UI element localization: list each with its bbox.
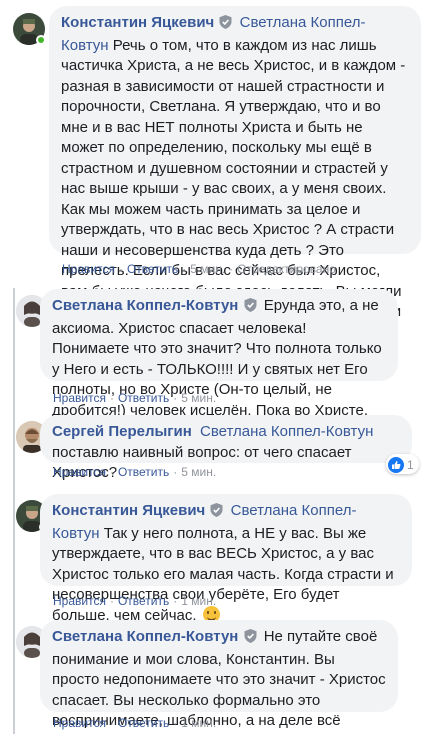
comment-author[interactable]: Светлана Коппел-Ковтун xyxy=(52,297,238,314)
comment-time[interactable]: 1 мин. xyxy=(181,594,216,608)
comment-thread: Константин Яцкевич Светлана Коппел-Ковту… xyxy=(0,0,435,734)
comment-time[interactable]: 5 мин. xyxy=(181,465,216,479)
like-link[interactable]: Нравится xyxy=(53,716,106,730)
comment-bubble: Светлана Коппел-Ковтун Не путайте своё п… xyxy=(40,620,398,734)
comment-bubble: Константин Яцкевич Светлана Коппел-Ковту… xyxy=(40,494,412,624)
reply-link[interactable]: Ответить xyxy=(127,262,178,276)
comment-bubble: Сергей Перелыгин Светлана Коппел-Ковтун … xyxy=(40,415,412,481)
edited-label[interactable]: Отредактировано xyxy=(237,262,336,276)
comment-time[interactable]: 5 мин. xyxy=(181,391,216,405)
comment-bubble: Светлана Коппел-Ковтун Ерунда это, а не … xyxy=(40,289,398,439)
comment-author[interactable]: Сергей Перелыгин xyxy=(52,423,192,440)
reply-thread-line xyxy=(13,288,15,734)
reply-link[interactable]: Ответить xyxy=(118,716,169,730)
comment-time[interactable]: 1 мин. xyxy=(181,716,216,730)
online-status-indicator xyxy=(36,35,46,45)
comment-author[interactable]: Светлана Коппел-Ковтун xyxy=(52,628,238,645)
like-link[interactable]: Нравится xyxy=(53,594,106,608)
reply-link[interactable]: Ответить xyxy=(118,465,169,479)
mention-link[interactable]: Светлана Коппел-Ковтун xyxy=(200,423,373,440)
comment-bubble: Константин Яцкевич Светлана Коппел-Ковту… xyxy=(49,6,421,382)
comment-actions: Нравится · Ответить · 1 мин. xyxy=(53,716,217,730)
comment-text: Так у него полнота, а НЕ у вас. Вы же ут… xyxy=(52,524,394,624)
comment-time[interactable]: 5 мин. xyxy=(190,262,225,276)
comment-actions: Нравится · Ответить · 5 мин. xyxy=(53,465,217,479)
like-link[interactable]: Нравится xyxy=(53,465,106,479)
reply-link[interactable]: Ответить xyxy=(118,594,169,608)
like-link[interactable]: Нравится xyxy=(62,262,115,276)
comment-actions: Нравится · Ответить · 5 мин. xyxy=(53,391,217,405)
verified-shield-icon xyxy=(244,629,257,650)
comment-actions: Нравится · Ответить · 5 мин. · Отредактировано xyxy=(62,262,336,276)
reply-link[interactable]: Ответить xyxy=(118,391,169,405)
comment-author[interactable]: Константин Яцкевич xyxy=(61,14,214,31)
like-link[interactable]: Нравится xyxy=(53,391,106,405)
reaction-count: 1 xyxy=(407,458,414,472)
reaction-count-badge[interactable]: 1 xyxy=(386,454,419,474)
comment-actions: Нравится · Ответить · 1 мин. xyxy=(53,594,217,608)
thumbs-up-icon xyxy=(388,457,404,473)
verified-shield-icon xyxy=(244,298,257,319)
comment-author[interactable]: Константин Яцкевич xyxy=(52,502,205,519)
verified-shield-icon xyxy=(210,503,223,524)
verified-shield-icon xyxy=(219,15,232,36)
